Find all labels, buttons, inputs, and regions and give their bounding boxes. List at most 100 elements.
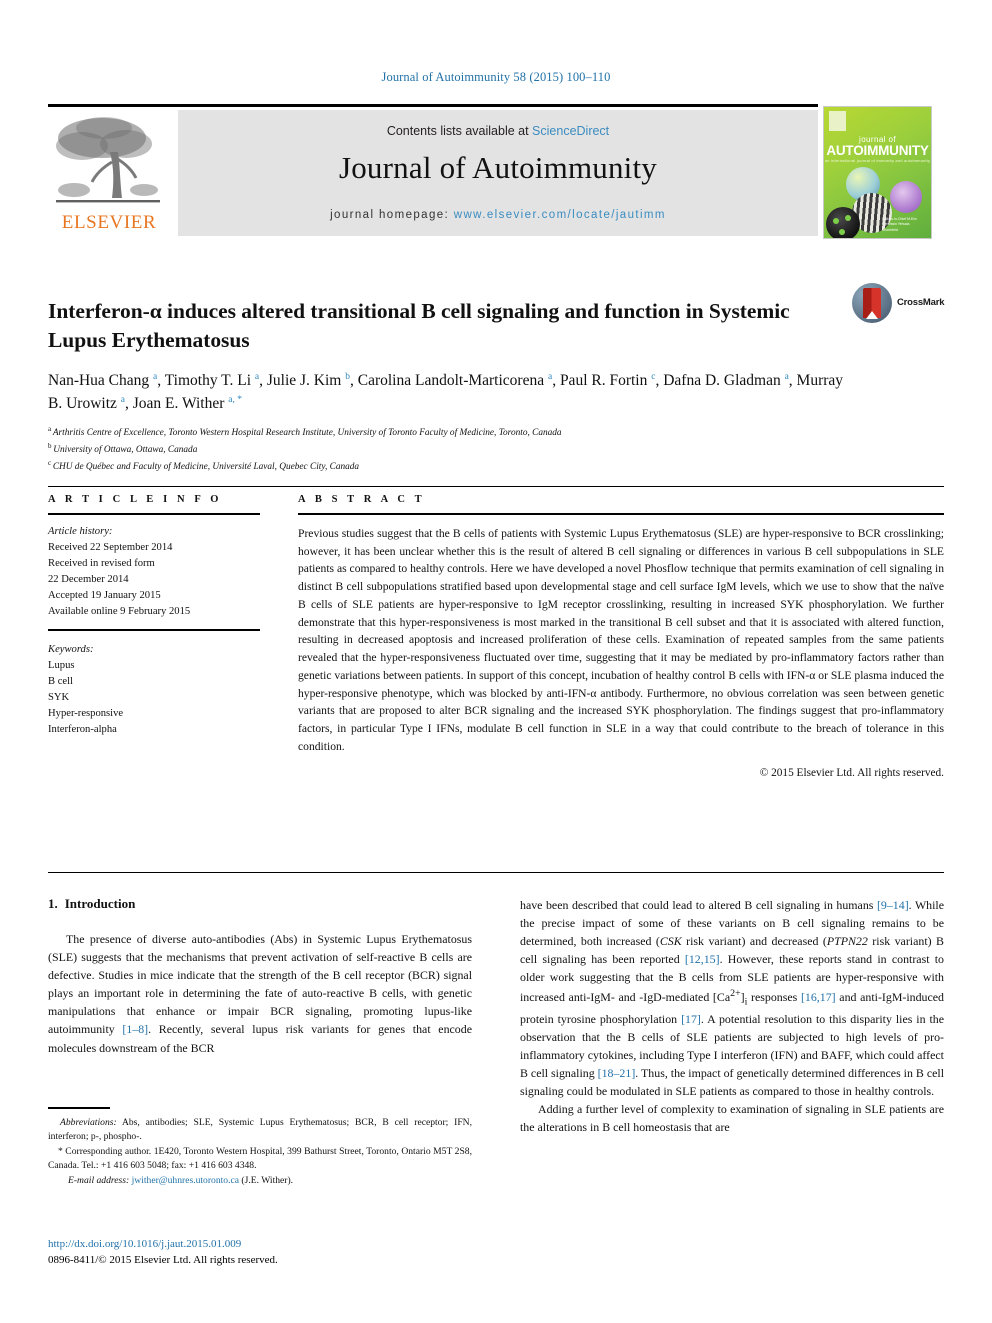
email-owner: (J.E. Wither).: [239, 1174, 294, 1186]
cover-footer-text: Editors-in-Chief M.Eric Gershwin Yehuda …: [882, 217, 918, 232]
journal-homepage-link[interactable]: www.elsevier.com/locate/jautimm: [454, 209, 666, 221]
text-run: risk variant) and decreased (: [681, 934, 827, 949]
keywords-divider: [48, 628, 260, 631]
masthead-top-rule: [48, 104, 818, 107]
abbreviations-label: Abbreviations:: [60, 1116, 117, 1128]
keyword-item: B cell: [48, 675, 74, 687]
article-page: Journal of Autoimmunity 58 (2015) 100–11…: [0, 0, 992, 1323]
abstract-text: Previous studies suggest that the B cell…: [298, 527, 944, 753]
publication-footer: http://dx.doi.org/10.1016/j.jaut.2015.01…: [48, 1237, 472, 1269]
abstract-column: A B S T R A C T Previous studies suggest…: [298, 494, 944, 779]
email-link[interactable]: jwither@uhnres.utoronto.ca: [132, 1175, 239, 1186]
journal-homepage-line: journal homepage: www.elsevier.com/locat…: [178, 209, 818, 221]
citation-link[interactable]: [17]: [681, 1012, 701, 1026]
affiliation-item: b University of Ottawa, Ottawa, Canada: [48, 442, 198, 456]
contents-available-line: Contents lists available at ScienceDirec…: [178, 124, 818, 138]
superscript-run: 2+: [730, 988, 741, 1000]
author-name: Timothy T. Li: [164, 371, 255, 389]
sciencedirect-link[interactable]: ScienceDirect: [532, 124, 609, 138]
affiliation-item: c CHU de Québec and Faculty of Medicine,…: [48, 459, 360, 473]
crossmark-book-icon: [863, 288, 881, 319]
author-affiliation-mark: b: [345, 371, 350, 382]
corresponding-author-note: * Corresponding author. 1E420, Toronto W…: [48, 1145, 472, 1174]
author-name: Paul R. Fortin: [559, 371, 652, 389]
issn-copyright-line: 0896-8411/© 2015 Elsevier Ltd. All right…: [48, 1253, 278, 1266]
text-run: have been described that could lead to a…: [520, 898, 877, 912]
running-head: Journal of Autoimmunity 58 (2015) 100–11…: [381, 70, 611, 84]
cover-cell-image-3: [890, 181, 922, 213]
citation-link[interactable]: [18–21]: [598, 1066, 636, 1080]
keywords-block: Keywords: Lupus B cell SYK Hyper-responsive…: [48, 642, 260, 739]
elsevier-tree-icon: [52, 112, 164, 208]
article-info-heading: A R T I C L E I N F O: [48, 494, 223, 505]
keyword-item: Hyper-responsive: [48, 707, 124, 719]
author-affiliation-mark: a: [784, 371, 789, 382]
affiliation-item: a Arthritis Centre of Excellence, Toront…: [48, 425, 562, 439]
elsevier-wordmark: ELSEVIER: [61, 212, 157, 233]
cover-title: AUTOIMMUNITY: [826, 143, 929, 158]
author-name: Joan E. Wither: [132, 394, 229, 412]
keyword-item: SYK: [48, 691, 70, 703]
author-list: Nan-Hua Chang a, Timothy T. Li a, Julie …: [48, 371, 844, 412]
cover-cell-image-4: [826, 207, 860, 238]
cover-subtitle: an international journal of immunity and…: [824, 158, 931, 163]
abstract-divider: [298, 513, 944, 515]
citation-link[interactable]: [16,17]: [801, 990, 836, 1004]
author-affiliation-mark: a: [254, 371, 260, 382]
body-column-left: 1. Introduction The presence of diverse a…: [48, 896, 472, 1057]
intro-paragraph-1-continued: have been described that could lead to a…: [520, 896, 944, 1100]
author-affiliation-mark: a: [120, 394, 125, 405]
author-affiliation-mark: a: [547, 371, 553, 382]
author-affiliation-mark: a: [153, 371, 158, 382]
affiliation-list: a Arthritis Centre of Excellence, Toront…: [48, 424, 944, 475]
gene-name: PTPN22: [826, 934, 868, 949]
journal-title: Journal of Autoimmunity: [338, 150, 658, 185]
crossmark-circle-icon: [852, 283, 892, 323]
title-block: CrossMark Interferon-α induces altered t…: [48, 283, 945, 475]
author-name: Dafna D. Gladman: [663, 371, 785, 389]
doi-link[interactable]: http://dx.doi.org/10.1016/j.jaut.2015.01…: [48, 1237, 472, 1253]
intro-paragraph-1: The presence of diverse auto-antibodies …: [48, 930, 472, 1057]
citation-link[interactable]: [1–8]: [122, 1022, 148, 1036]
footnote-rule: [48, 1107, 110, 1109]
section-number: 1.: [48, 896, 58, 911]
author-name: Nan-Hua Chang: [48, 371, 154, 389]
keywords-label: Keywords:: [48, 643, 94, 655]
contents-prefix: Contents lists available at: [386, 124, 533, 138]
keyword-items: Lupus B cell SYK Hyper-responsive Interferon…: [48, 658, 260, 738]
article-history-item: 22 December 2014: [48, 574, 129, 586]
keyword-item: Lupus: [48, 659, 75, 671]
article-history-block: Article history: Received 22 September 2…: [48, 524, 260, 621]
author-affiliation-mark: a, *: [228, 394, 242, 405]
text-run: responses: [747, 990, 801, 1005]
masthead-band: Contents lists available at ScienceDirec…: [178, 110, 818, 236]
author-name: Carolina Landolt-Marticorena: [357, 371, 548, 389]
citation-link[interactable]: [9–14]: [877, 898, 909, 912]
crossmark-label: CrossMark: [897, 297, 945, 308]
page-title: Interferon-α induces altered transitiona…: [48, 299, 790, 352]
citation-link[interactable]: [12,15]: [685, 952, 720, 966]
body-top-rule: [48, 872, 944, 873]
article-history-item: Received in revised form: [48, 558, 155, 570]
intro-paragraph-2: Adding a further level of complexity to …: [520, 1102, 944, 1135]
keyword-item: Interferon-alpha: [48, 724, 117, 736]
abstract-copyright: © 2015 Elsevier Ltd. All rights reserved…: [759, 766, 944, 779]
journal-masthead: ELSEVIER Contents lists available at Sci…: [48, 104, 944, 239]
homepage-prefix: journal homepage:: [330, 209, 454, 221]
text-run: The presence of diverse auto-antibodies …: [48, 932, 472, 1037]
author-affiliation-mark: c: [651, 371, 656, 382]
corresponding-text: Corresponding author. 1E420, Toronto Wes…: [48, 1145, 472, 1172]
elsevier-logo: ELSEVIER: [48, 110, 170, 236]
abstract-heading: A B S T R A C T: [298, 494, 426, 505]
abbreviations-note: Abbreviations: Abs, antibodies; SLE, Sys…: [48, 1116, 472, 1145]
gene-name: CSK: [659, 934, 682, 949]
cover-elsevier-mark: [829, 111, 846, 131]
section-heading-introduction: 1. Introduction: [48, 896, 472, 912]
body-column-right: have been described that could lead to a…: [520, 896, 944, 1137]
article-history-item: Available online 9 February 2015: [48, 606, 191, 618]
section-title: Introduction: [64, 896, 136, 911]
article-info-divider: [48, 513, 260, 515]
article-history-label: Article history:: [48, 526, 113, 537]
crossmark-badge[interactable]: CrossMark: [852, 283, 945, 327]
author-name: Julie J. Kim: [266, 371, 346, 389]
